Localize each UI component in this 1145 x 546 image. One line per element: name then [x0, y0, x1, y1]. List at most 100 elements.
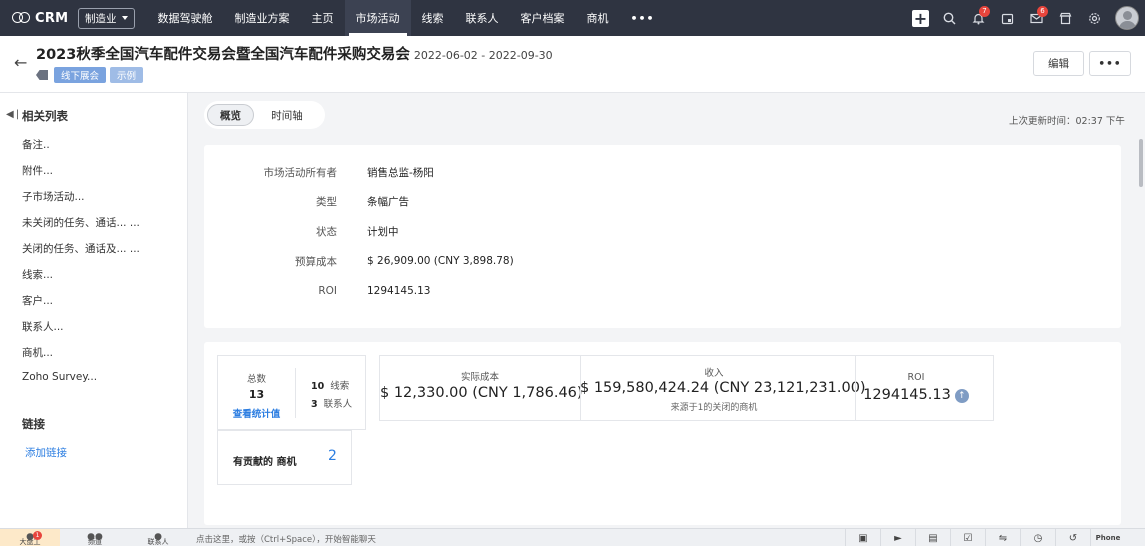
field-label: 市场活动所有者 [263, 166, 338, 179]
tag-offline-exhibition[interactable]: 线下展会 [54, 67, 107, 83]
mail-button[interactable]: 6 [1022, 0, 1051, 36]
more-actions-button[interactable]: ••• [1089, 51, 1131, 76]
plus-icon: + [912, 8, 929, 28]
tab-dashboard[interactable]: 数据驾驶舱 [147, 0, 224, 36]
tab-contacts[interactable]: 联系人 [455, 0, 510, 36]
record-title-row: 2023秋季全国汽车配件交易会暨全国汽车配件采购交易会 2022-06-02 -… [36, 43, 553, 64]
task-icon[interactable]: ☑ [950, 529, 985, 546]
view-stats-link[interactable]: 查看统计值 [218, 406, 295, 420]
crm-logo-icon [12, 12, 30, 24]
search-icon [943, 12, 956, 24]
contributing-deals-box: 有贡献的 商机 2 [217, 430, 352, 485]
tab-manufacturing[interactable]: 制造业方案 [224, 0, 301, 36]
field-row-type: 类型 条幅广告 [204, 193, 1121, 209]
contacts-label: 联系人 [323, 399, 353, 410]
chat-badge: 1 [33, 531, 42, 540]
field-value[interactable]: 1294145.13 [367, 285, 430, 297]
contributing-deals-label: 有贡献的 商机 [233, 457, 297, 468]
field-value[interactable]: 条幅广告 [367, 194, 409, 209]
sidebar-item-contacts[interactable]: 联系人... [22, 319, 140, 345]
back-arrow-icon[interactable]: ← [14, 53, 27, 72]
bottom-channels-tab[interactable]: ●● 频道 [65, 529, 125, 546]
bottom-chats-tab[interactable]: ● 1 大盘工 [0, 529, 60, 546]
page-scrollbar[interactable] [1137, 93, 1145, 528]
tab-overview[interactable]: 概览 [207, 104, 254, 126]
person-icon: ● [154, 532, 162, 542]
leads-count: 10 [311, 381, 325, 392]
bottom-chat-bar: ● 1 大盘工 ●● 频道 ● 联系人 点击这里，或按（Ctrl+Space），… [0, 528, 1145, 546]
revenue-label: 收入 [704, 368, 724, 379]
links-heading: 链接 [22, 417, 45, 431]
search-button[interactable] [935, 0, 964, 36]
scrollbar-thumb[interactable] [1139, 139, 1143, 187]
gear-icon [1089, 12, 1100, 24]
calendar-button[interactable] [993, 0, 1022, 36]
record-header: ← 2023秋季全国汽车配件交易会暨全国汽车配件采购交易会 2022-06-02… [0, 36, 1145, 93]
collapse-sidebar-icon[interactable]: ◀ | [6, 109, 19, 120]
group-icon: ●● [87, 532, 103, 542]
alarm-icon[interactable]: ◷ [1020, 529, 1055, 546]
field-row-owner: 市场活动所有者 销售总监-杨阳 [204, 164, 1121, 180]
marketplace-button[interactable] [1051, 0, 1080, 36]
roi-label: ROI [907, 372, 925, 383]
history-icon[interactable]: ↺ [1055, 529, 1090, 546]
tab-campaigns[interactable]: 市场活动 [344, 0, 411, 36]
last-updated: 上次更新时间：02:37 下午 [1009, 116, 1125, 127]
tab-more-button[interactable]: ••• [620, 0, 666, 36]
module-tabs: 数据驾驶舱 制造业方案 主页 市场活动 线索 联系人 客户档案 商机 ••• [147, 0, 666, 36]
phone-button[interactable]: Phone [1090, 529, 1125, 546]
field-label: 预算成本 [295, 255, 337, 268]
smart-chat-input[interactable]: 点击这里，或按（Ctrl+Space），开始智能聊天 [196, 533, 376, 545]
contacts-count: 3 [311, 399, 318, 410]
sidebar-item-open-activities[interactable]: 未关闭的任务、通话... ... [22, 215, 140, 241]
store-icon [1059, 12, 1072, 24]
widget-icon[interactable]: ▤ [915, 529, 950, 546]
total-label: 总数 [246, 374, 266, 385]
tab-timeline[interactable]: 时间轴 [254, 104, 320, 126]
translate-icon[interactable]: ⇋ [985, 529, 1020, 546]
quick-create-button[interactable]: + [906, 0, 935, 36]
tab-home[interactable]: 主页 [301, 0, 345, 36]
tag-sample[interactable]: 示例 [110, 67, 144, 83]
contributing-deals-count[interactable]: 2 [328, 448, 337, 464]
sidebar-item-closed-activities[interactable]: 关闭的任务、通话及... ... [22, 241, 140, 267]
sidebar-item-child-campaigns[interactable]: 子市场活动... [22, 189, 140, 215]
screen-share-icon[interactable]: ▣ [845, 529, 880, 546]
sidebar-item-attachments[interactable]: 附件... [22, 163, 140, 189]
nav-actions: + 7 6 [906, 0, 1145, 36]
notifications-button[interactable]: 7 [964, 0, 993, 36]
record-dates: 2022-06-02 - 2022-09-30 [413, 49, 553, 62]
tab-accounts[interactable]: 客户档案 [510, 0, 576, 36]
sidebar-item-accounts[interactable]: 客户... [22, 293, 140, 319]
record-title: 2023秋季全国汽车配件交易会暨全国汽车配件采购交易会 [36, 47, 410, 63]
field-row-status: 状态 计划中 [204, 223, 1121, 239]
notification-badge: 7 [979, 6, 990, 17]
bottom-contacts-tab[interactable]: ● 联系人 [128, 529, 188, 546]
total-members-box: 总数 13 查看统计值 10 线索 3 联系人 [217, 355, 366, 430]
settings-button[interactable] [1080, 0, 1109, 36]
user-avatar[interactable] [1115, 6, 1139, 30]
sidebar-item-notes[interactable]: 备注.. [22, 137, 140, 163]
view-toggle: 概览 时间轴 [204, 101, 325, 129]
sidebar-item-deals[interactable]: 商机... [22, 345, 140, 371]
tab-leads[interactable]: 线索 [411, 0, 455, 36]
sidebar-item-zoho-survey[interactable]: Zoho Survey... [22, 371, 140, 397]
field-label: ROI [318, 285, 337, 297]
field-value[interactable]: $ 26,909.00 (CNY 3,898.78) [367, 255, 514, 267]
details-card: 市场活动所有者 销售总监-杨阳 类型 条幅广告 状态 计划中 预算成本 $ 26… [204, 145, 1121, 328]
summary-card: 总数 13 查看统计值 10 线索 3 联系人 实际成本 $ 12,330.00 (… [204, 342, 1121, 525]
add-link-button[interactable]: 添加链接 [25, 445, 67, 460]
tag-icon[interactable] [36, 70, 48, 80]
field-value[interactable]: 销售总监-杨阳 [367, 165, 434, 180]
announcement-icon[interactable]: ► [880, 529, 915, 546]
crm-logo[interactable]: CRM [0, 11, 72, 26]
related-list-heading: 相关列表 [22, 109, 68, 123]
actual-cost-value: $ 12,330.00 (CNY 1,786.46) [380, 385, 583, 401]
edit-button[interactable]: 编辑 [1033, 51, 1084, 76]
industry-selector[interactable]: 制造业 [78, 7, 135, 29]
tab-deals[interactable]: 商机 [576, 0, 620, 36]
roi-value-row: 1294145.13 ↑ [856, 387, 976, 403]
related-list-sidebar: ◀ | 相关列表 备注.. 附件... 子市场活动... 未关闭的任务、通话..… [0, 93, 188, 528]
sidebar-item-leads[interactable]: 线索... [22, 267, 140, 293]
field-value[interactable]: 计划中 [367, 224, 399, 239]
